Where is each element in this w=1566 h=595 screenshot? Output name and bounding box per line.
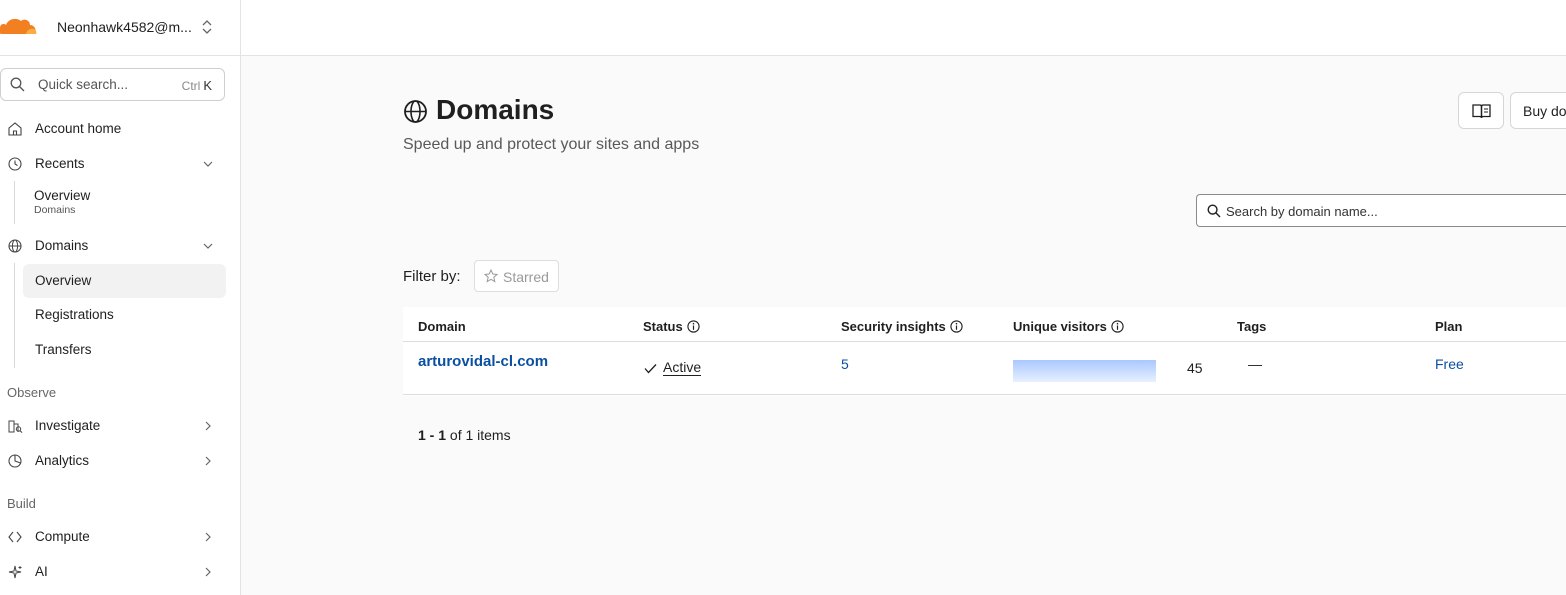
sidebar-item-label: Overview [35,273,92,288]
cloudflare-logo-icon [0,18,37,34]
sidebar-item-investigate[interactable]: Investigate [0,409,226,443]
sidebar-item-compute[interactable]: Compute [0,520,226,554]
sidebar-item-label: Overview [34,188,91,203]
chevron-right-icon [205,421,211,431]
unique-visitors-count: 45 [1187,360,1203,376]
globe-icon [8,239,22,253]
tags-empty: — [1248,356,1262,372]
filter-starred-button[interactable]: Starred [474,260,559,292]
visitors-sparkline [1013,360,1156,382]
chevron-right-icon [205,567,211,577]
info-icon[interactable] [1111,320,1124,333]
column-header-plan: Plan [1435,319,1463,334]
sidebar-item-domains-overview[interactable]: Overview [23,264,226,298]
section-label-observe: Observe [7,385,57,400]
investigate-icon [8,420,23,433]
main-content: Domains Speed up and protect your sites … [241,56,1566,595]
status-active[interactable]: Active [663,360,702,376]
domain-search-placeholder: Search by domain name... [1226,204,1378,219]
globe-icon [404,100,427,123]
home-icon [8,122,22,136]
sidebar-item-transfers[interactable]: Transfers [23,333,226,367]
sidebar-item-recent-overview[interactable]: Overview Domains [23,185,226,221]
info-icon[interactable] [687,320,700,333]
security-insights-link[interactable]: 5 [841,356,849,372]
history-icon [8,157,22,171]
tree-line [14,263,15,368]
quick-search-input[interactable]: Quick search... Ctrl K [0,68,225,101]
filter-label: Filter by: [403,268,461,285]
domains-table: Domain Status Security insights Unique v… [403,307,1566,396]
page-subtitle: Speed up and protect your sites and apps [403,136,700,153]
documentation-button[interactable] [1458,92,1504,129]
sidebar-item-domains[interactable]: Domains [0,229,226,263]
visitors-bar [1013,360,1156,382]
star-icon [484,269,498,283]
sidebar-item-ai[interactable]: AI [0,555,226,589]
domain-search-input[interactable]: Search by domain name... [1196,194,1566,227]
sidebar-item-label: Transfers [35,342,92,357]
sidebar-item-recents[interactable]: Recents [0,147,226,181]
sidebar-item-label: Investigate [35,418,101,433]
code-icon [8,531,22,543]
filter-starred-label: Starred [503,269,549,285]
chevron-right-icon [205,456,211,466]
table-header: Domain Status Security insights Unique v… [403,307,1566,342]
search-icon [1207,204,1221,218]
column-header-status[interactable]: Status [643,319,700,334]
check-icon [644,364,657,374]
pagination-summary: 1 - 1 of 1 items [418,427,511,443]
chevron-down-icon [203,161,213,167]
column-header-security-insights[interactable]: Security insights [841,319,963,334]
pie-chart-icon [8,454,22,468]
chevron-right-icon [205,532,211,542]
domain-link[interactable]: arturovidal-cl.com [418,353,548,370]
sidebar-item-label: Analytics [35,453,90,468]
buy-domains-button[interactable]: Buy domains [1510,92,1566,129]
sidebar-item-label: AI [35,564,48,579]
account-name: Neonhawk4582@m... [57,19,192,35]
sidebar-item-registrations[interactable]: Registrations [23,298,226,332]
keyboard-shortcut: Ctrl K [181,78,212,93]
sidebar-item-caption: Domains [34,204,76,216]
sidebar: Neonhawk4582@m... Quick search... Ctrl K … [0,0,241,595]
sidebar-item-label: Account home [35,121,122,136]
sidebar-item-analytics[interactable]: Analytics [0,444,226,478]
sidebar-item-account-home[interactable]: Account home [0,112,226,146]
tree-line [14,181,15,224]
sparkles-icon [8,565,22,579]
top-bar [241,0,1566,56]
table-row: arturovidal-cl.com Active 5 45 — Free [403,342,1566,395]
section-label-build: Build [7,496,36,511]
chevron-up-down-icon[interactable] [200,17,214,37]
quick-search-placeholder: Quick search... [38,77,129,92]
sidebar-item-label: Domains [35,238,89,253]
column-header-tags: Tags [1237,319,1267,334]
buy-domains-label: Buy domains [1523,103,1566,119]
chevron-down-icon [203,243,213,249]
page-title: Domains [436,94,555,125]
sidebar-item-label: Compute [35,529,90,544]
column-header-domain[interactable]: Domain [418,319,466,334]
account-switcher[interactable]: Neonhawk4582@m... [0,0,240,56]
search-icon [10,77,25,92]
column-header-unique-visitors[interactable]: Unique visitors [1013,319,1124,334]
plan-link[interactable]: Free [1435,356,1464,372]
sidebar-item-label: Recents [35,156,85,171]
info-icon[interactable] [950,320,963,333]
sidebar-item-label: Registrations [35,307,114,322]
book-open-icon [1472,104,1491,119]
